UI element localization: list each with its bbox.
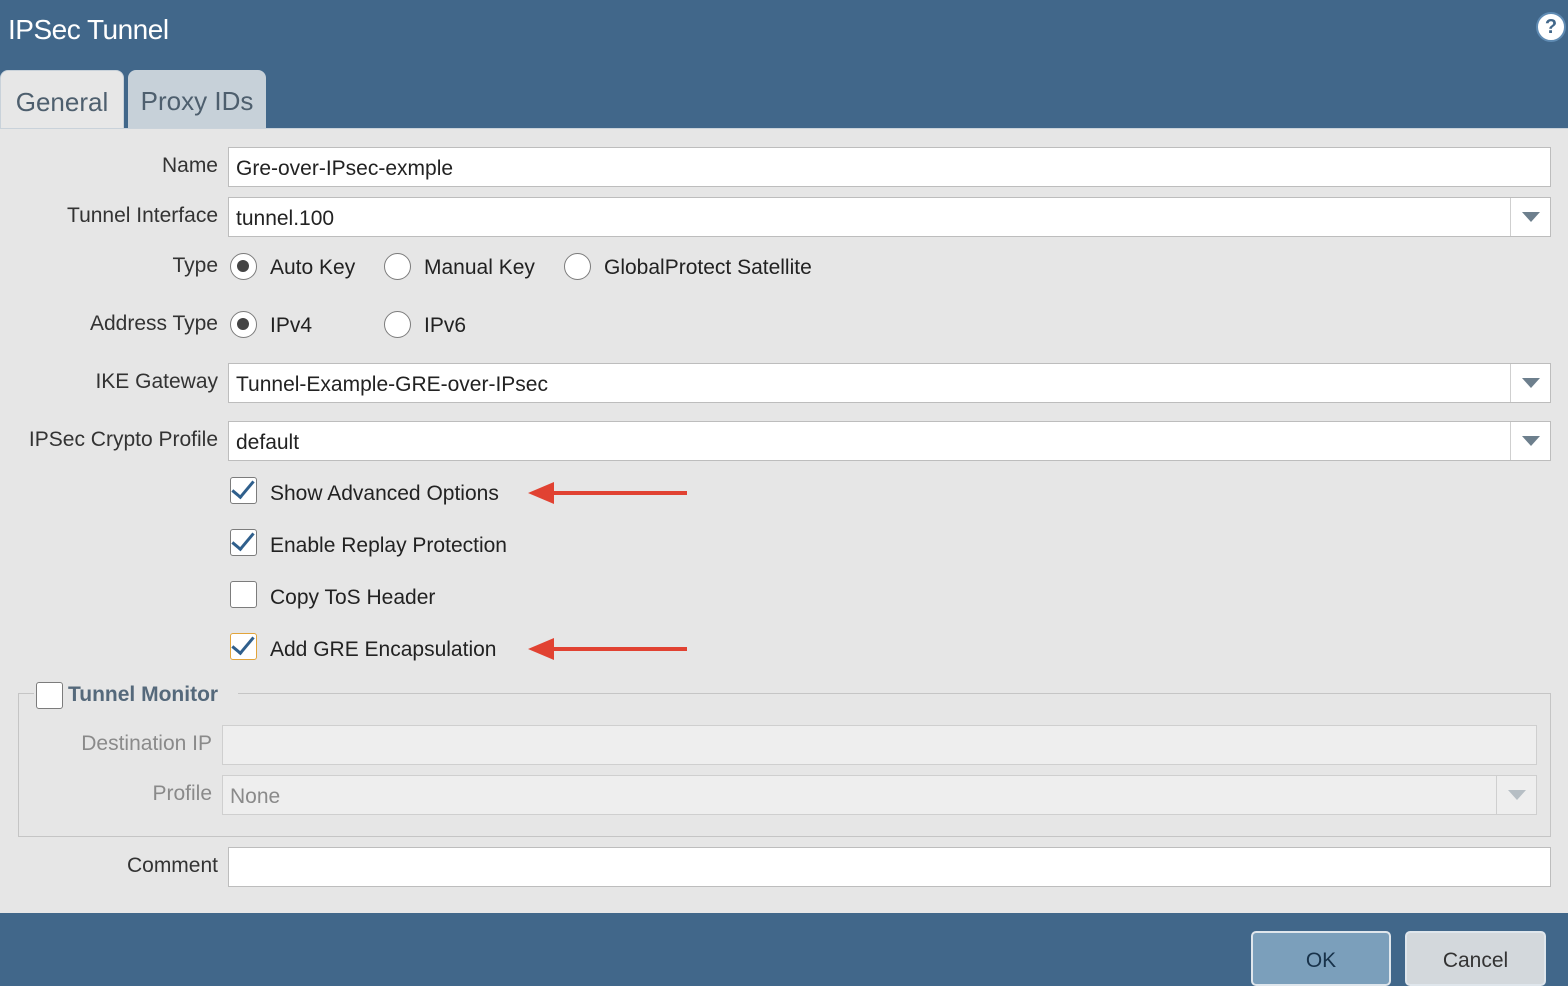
chevron-down-icon[interactable]	[1510, 422, 1550, 460]
destination-ip-input[interactable]	[222, 725, 1537, 765]
type-auto-key-label: Auto Key	[270, 256, 356, 279]
tunnel-monitor-group	[18, 693, 1551, 837]
annotation-arrow-icon	[528, 482, 687, 504]
profile-label: Profile	[152, 782, 212, 805]
address-type-ipv6-radio[interactable]	[384, 311, 411, 338]
address-type-ipv6-label: IPv6	[424, 314, 467, 337]
help-icon[interactable]: ?	[1536, 12, 1566, 42]
type-auto-key-radio[interactable]	[230, 253, 257, 280]
ike-gateway-label: IKE Gateway	[95, 370, 218, 393]
ok-button[interactable]: OK	[1251, 931, 1391, 986]
chevron-down-icon[interactable]	[1510, 198, 1550, 236]
destination-ip-label: Destination IP	[81, 732, 212, 755]
type-manual-key-radio[interactable]	[384, 253, 411, 280]
dialog-title: IPSec Tunnel	[8, 14, 169, 45]
show-advanced-options-checkbox[interactable]	[230, 477, 257, 504]
title-bar: IPSec Tunnel ?	[0, 0, 1568, 70]
type-manual-key-label: Manual Key	[424, 256, 535, 279]
address-type-label: Address Type	[89, 312, 218, 335]
ipsec-crypto-profile-label: IPSec Crypto Profile	[28, 428, 218, 451]
tunnel-interface-select[interactable]: tunnel.100	[228, 197, 1551, 237]
type-globalprotect-satellite-radio[interactable]	[564, 253, 591, 280]
address-type-ipv4-label: IPv4	[270, 314, 313, 337]
comment-label: Comment	[126, 854, 218, 877]
comment-input[interactable]	[228, 847, 1551, 887]
copy-tos-header-label: Copy ToS Header	[270, 586, 436, 609]
enable-replay-protection-checkbox[interactable]	[230, 529, 257, 556]
name-input[interactable]: Gre-over-IPsec-exmple	[228, 147, 1551, 187]
profile-value: None	[230, 785, 281, 808]
type-globalprotect-satellite-label: GlobalProtect Satellite	[604, 256, 812, 279]
type-label: Type	[172, 254, 218, 277]
chevron-down-icon[interactable]	[1510, 364, 1550, 402]
tunnel-monitor-label: Tunnel Monitor	[68, 683, 219, 706]
ipsec-tunnel-dialog: IPSec Tunnel ? General Proxy IDs Name Gr…	[0, 0, 1568, 986]
tab-general[interactable]: General	[0, 70, 124, 130]
ike-gateway-select[interactable]: Tunnel-Example-GRE-over-IPsec	[228, 363, 1551, 403]
tunnel-interface-label: Tunnel Interface	[67, 204, 218, 227]
ipsec-crypto-profile-select[interactable]: default	[228, 421, 1551, 461]
chevron-down-icon[interactable]	[1496, 776, 1536, 814]
add-gre-encapsulation-checkbox[interactable]	[230, 633, 257, 660]
show-advanced-options-label: Show Advanced Options	[270, 482, 499, 505]
name-label: Name	[161, 154, 218, 177]
copy-tos-header-checkbox[interactable]	[230, 581, 257, 608]
tunnel-interface-value: tunnel.100	[236, 207, 335, 230]
annotation-arrow-icon	[528, 638, 687, 660]
ipsec-crypto-profile-value: default	[236, 431, 300, 454]
address-type-ipv4-radio[interactable]	[230, 311, 257, 338]
profile-select[interactable]: None	[222, 775, 1537, 815]
enable-replay-protection-label: Enable Replay Protection	[270, 534, 507, 557]
tab-proxy-ids[interactable]: Proxy IDs	[128, 70, 266, 130]
tunnel-monitor-checkbox[interactable]	[36, 682, 63, 709]
cancel-button[interactable]: Cancel	[1405, 931, 1546, 986]
ike-gateway-value: Tunnel-Example-GRE-over-IPsec	[236, 373, 548, 396]
add-gre-encapsulation-label: Add GRE Encapsulation	[270, 638, 497, 661]
